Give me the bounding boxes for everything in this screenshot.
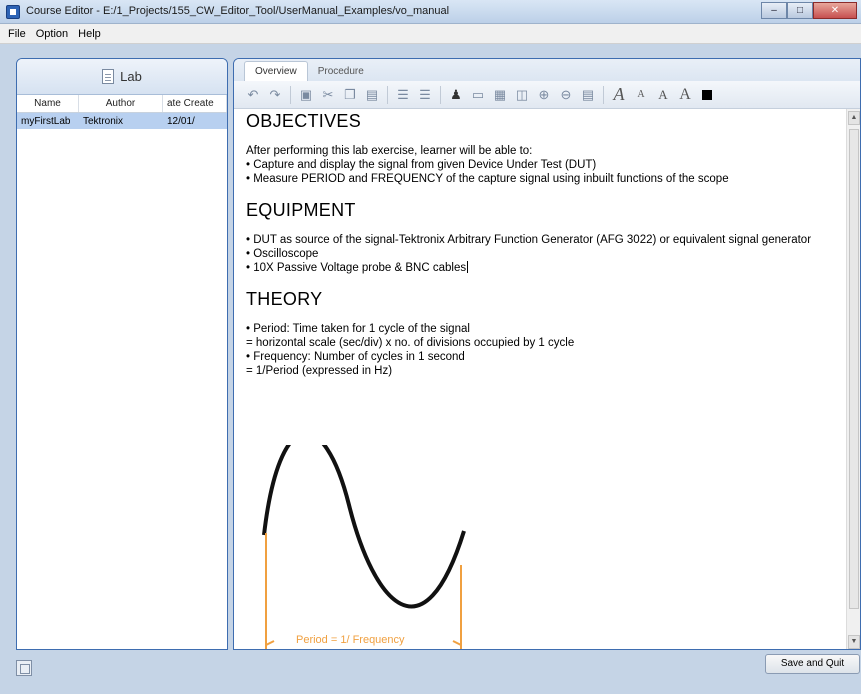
status-bar <box>0 650 861 694</box>
editor-panel: Overview Procedure ↶ ↷ ▣ ✂ ❐ ▤ ☰ ☰ ♟ ▭ ▦… <box>233 58 861 650</box>
close-button[interactable]: ✕ <box>813 2 857 19</box>
vertical-scrollbar[interactable]: ▲ ▼ <box>846 109 860 649</box>
paste-icon[interactable]: ▤ <box>363 86 381 104</box>
image-icon[interactable]: ▭ <box>469 86 487 104</box>
equipment-line-text: • 10X Passive Voltage probe & BNC cables <box>246 262 467 274</box>
grid-icon[interactable]: ▤ <box>579 86 597 104</box>
tab-overview[interactable]: Overview <box>244 61 308 81</box>
font-small-icon[interactable]: A <box>632 86 650 104</box>
minimize-button[interactable]: – <box>761 2 787 19</box>
toolbar-separator <box>440 85 441 104</box>
panel-toggle-icon[interactable] <box>16 660 32 676</box>
zoom-out-icon[interactable]: ⊖ <box>557 86 575 104</box>
menu-help[interactable]: Help <box>78 28 101 40</box>
users-icon[interactable]: ♟ <box>447 86 465 104</box>
objectives-text: After performing this lab exercise, lear… <box>246 144 836 186</box>
objectives-heading: OBJECTIVES <box>246 111 362 131</box>
toolbar-separator <box>603 85 604 104</box>
period-arrow-left <box>265 640 275 646</box>
copy-icon[interactable]: ❐ <box>341 86 359 104</box>
color-icon[interactable] <box>698 86 716 104</box>
cut-icon[interactable]: ✂ <box>319 86 337 104</box>
period-arrow-right <box>452 640 462 646</box>
column-name[interactable]: Name <box>17 95 79 112</box>
tab-procedure[interactable]: Procedure <box>308 62 374 81</box>
theory-line: = horizontal scale (sec/div) x no. of di… <box>246 337 575 349</box>
theory-heading: THEORY <box>246 289 323 309</box>
sine-wave <box>262 445 466 609</box>
zoom-in-icon[interactable]: ⊕ <box>535 86 553 104</box>
window-controls: – □ ✕ <box>761 2 857 19</box>
row-name: myFirstLab <box>21 115 71 127</box>
menu-bar: File Option Help <box>0 24 861 44</box>
table-row[interactable]: myFirstLab Tektronix 12/01/ <box>17 113 227 129</box>
menu-file[interactable]: File <box>8 28 26 40</box>
link-icon[interactable]: ◫ <box>513 86 531 104</box>
theory-text: • Period: Time taken for 1 cycle of the … <box>246 322 836 378</box>
lab-panel-title: Lab <box>120 69 142 84</box>
lab-panel-header: Lab <box>17 59 227 95</box>
save-icon[interactable]: ▣ <box>297 86 315 104</box>
row-author: Tektronix <box>83 115 124 127</box>
equipment-line: • 10X Passive Voltage probe & BNC cables <box>246 261 836 275</box>
objectives-line: After performing this lab exercise, lear… <box>246 145 533 157</box>
equipment-line: • DUT as source of the signal-Tektronix … <box>246 234 812 246</box>
menu-option[interactable]: Option <box>36 28 68 40</box>
scroll-thumb[interactable] <box>849 129 859 609</box>
equipment-heading: EQUIPMENT <box>246 200 356 220</box>
table-icon[interactable]: ▦ <box>491 86 509 104</box>
lab-list-panel: Lab Name Author ate Create myFirstLab Te… <box>16 58 228 650</box>
save-and-quit-button[interactable]: Save and Quit <box>765 654 860 674</box>
equipment-text: • DUT as source of the signal-Tektronix … <box>246 233 836 275</box>
undo-icon[interactable]: ↶ <box>244 86 262 104</box>
column-author[interactable]: Author <box>79 95 163 112</box>
indent-icon[interactable]: ☰ <box>416 86 434 104</box>
window-title: Course Editor - E:/1_Projects/155_CW_Edi… <box>26 5 450 17</box>
toolbar-separator <box>290 85 291 104</box>
theory-line: • Period: Time taken for 1 cycle of the … <box>246 323 470 335</box>
app-icon <box>6 5 20 19</box>
theory-line: • Frequency: Number of cycles in 1 secon… <box>246 351 465 363</box>
toolbar-separator <box>387 85 388 104</box>
column-date-created[interactable]: ate Create <box>163 95 227 112</box>
theory-line: = 1/Period (expressed in Hz) <box>246 365 393 377</box>
equipment-line: • Oscilloscope <box>246 248 319 260</box>
scroll-up-icon[interactable]: ▲ <box>848 111 860 125</box>
outdent-icon[interactable]: ☰ <box>394 86 412 104</box>
objectives-line: • Capture and display the signal from gi… <box>246 159 597 171</box>
redo-icon[interactable]: ↷ <box>266 86 284 104</box>
objectives-line: • Measure PERIOD and FREQUENCY of the ca… <box>246 173 729 185</box>
sine-wave-figure <box>262 445 466 649</box>
font-size-icon[interactable]: A <box>676 86 694 104</box>
title-bar: Course Editor - E:/1_Projects/155_CW_Edi… <box>0 0 861 24</box>
document-icon <box>102 69 115 84</box>
period-label: Period = 1/ Frequency <box>296 634 405 646</box>
row-date: 12/01/ <box>167 115 195 127</box>
font-large-icon[interactable]: A <box>610 84 628 104</box>
font-medium-icon[interactable]: A <box>654 86 672 104</box>
tab-bar: Overview Procedure <box>234 59 860 81</box>
lab-table-header: Name Author ate Create <box>17 95 227 113</box>
text-caret <box>467 261 469 273</box>
maximize-button[interactable]: □ <box>787 2 813 19</box>
editor-toolbar: ↶ ↷ ▣ ✂ ❐ ▤ ☰ ☰ ♟ ▭ ▦ ◫ ⊕ ⊖ ▤ A A A A <box>234 81 860 109</box>
scroll-down-icon[interactable]: ▼ <box>848 635 860 649</box>
